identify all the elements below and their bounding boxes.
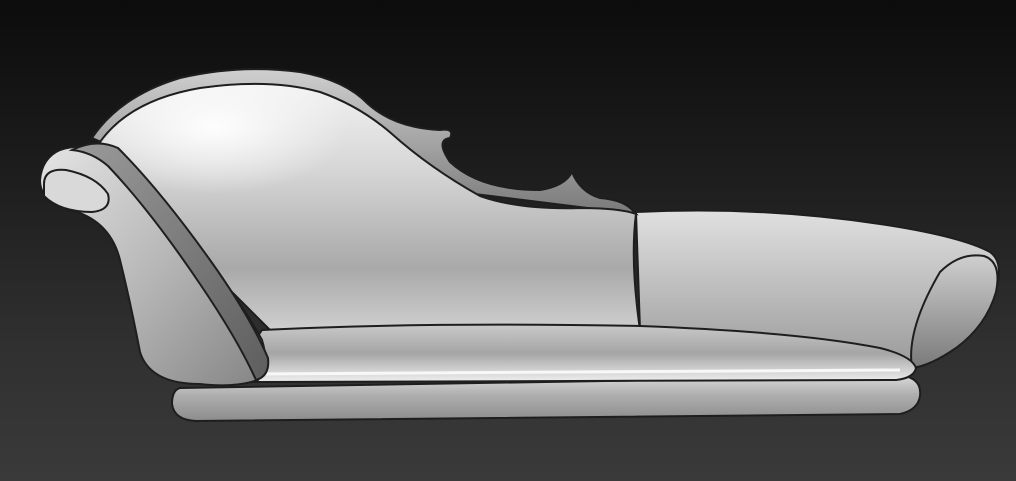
chaise-longue-model: [38, 68, 1000, 423]
3d-viewport[interactable]: [0, 0, 1016, 481]
